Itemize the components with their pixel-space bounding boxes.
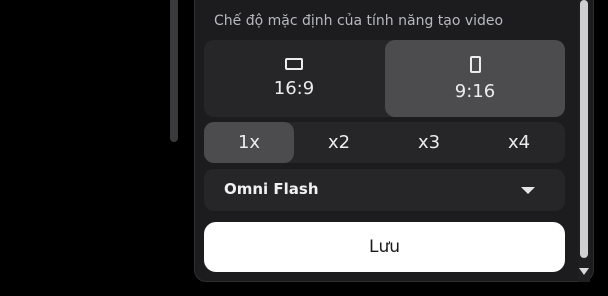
model-select-value: Omni Flash — [224, 180, 319, 198]
video-default-mode-label: Chế độ mặc định của tính năng tạo video — [214, 13, 504, 29]
scroll-down-arrow-icon[interactable] — [579, 268, 589, 275]
multiplier-option-x4[interactable]: x4 — [474, 122, 564, 163]
portrait-rect-icon — [469, 55, 481, 73]
panel-scrollbar-thumb[interactable] — [580, 0, 588, 258]
aspect-option-9-16[interactable]: 9:16 — [385, 40, 565, 117]
chevron-down-icon — [521, 187, 535, 194]
aspect-option-16-9[interactable]: 16:9 — [204, 40, 384, 117]
save-button[interactable]: Lưu — [204, 222, 565, 272]
multiplier-option-1x[interactable]: 1x — [204, 122, 294, 163]
multiplier-selector: 1x x2 x3 x4 — [204, 122, 565, 163]
screen: Chế độ mặc định của tính năng tạo video … — [0, 0, 608, 296]
aspect-ratio-selector: 16:9 9:16 — [204, 40, 565, 117]
multiplier-option-x3[interactable]: x3 — [384, 122, 474, 163]
aspect-option-label: 9:16 — [454, 80, 496, 102]
panel-scrollbar[interactable] — [578, 0, 590, 282]
model-select-dropdown[interactable]: Omni Flash — [204, 169, 565, 211]
landscape-rect-icon — [285, 58, 303, 70]
aspect-option-label: 16:9 — [273, 78, 315, 99]
multiplier-option-x2[interactable]: x2 — [294, 122, 384, 163]
background-scrollbar[interactable] — [170, 0, 178, 142]
